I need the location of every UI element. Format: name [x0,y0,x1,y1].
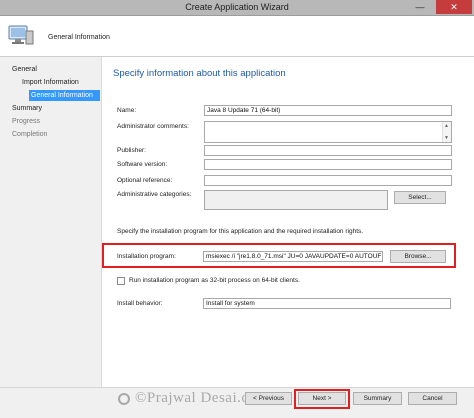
scroll-up-icon[interactable]: ▲ [444,123,449,129]
browse-button[interactable]: Browse... [390,250,446,263]
wizard-header: General Information [0,16,474,57]
installation-program-input[interactable]: msiexec /i "jre1.8.0_71.msi" JU=0 JAVAUP… [203,251,383,262]
wizard-nav: General Import Information General Infor… [0,57,102,387]
run-32bit-checkbox[interactable] [117,277,125,285]
admin-comments-input[interactable] [204,121,452,143]
admin-comments-scrollbar[interactable]: ▲ ▼ [442,122,451,142]
close-button[interactable]: ✕ [436,0,472,14]
admin-comments-label: Administrator comments: [117,123,189,130]
select-categories-button[interactable]: Select... [394,191,446,204]
installation-program-label: Installation program: [117,253,176,260]
nav-item-progress: Progress [12,118,41,125]
cancel-button[interactable]: Cancel [408,392,457,405]
install-behavior-label: Install behavior: [117,300,163,307]
publisher-label: Publisher: [117,147,146,154]
previous-button[interactable]: < Previous [245,392,292,405]
wizard-content: Specify information about this applicati… [102,57,474,387]
install-note: Specify the installation program for thi… [117,228,364,235]
admin-categories-label: Administrative categories: [117,191,192,198]
page-heading: Specify information about this applicati… [113,68,286,79]
name-label: Name: [117,107,137,114]
nav-item-completion: Completion [12,131,48,138]
nav-item-import-information[interactable]: Import Information [22,79,79,86]
name-input[interactable]: Java 8 Update 71 (64-bit) [204,105,452,116]
scroll-down-icon[interactable]: ▼ [444,135,449,141]
computer-icon [8,25,34,45]
title-bar: Create Application Wizard — ✕ [0,0,474,16]
nav-item-general-information[interactable]: General Information [29,90,100,101]
software-version-label: Software version: [117,161,168,168]
software-version-input[interactable] [204,159,452,170]
install-behavior-select[interactable]: Install for system [203,298,451,309]
summary-button[interactable]: Summary [353,392,402,405]
publisher-input[interactable] [204,145,452,156]
copyright-icon [118,393,130,405]
nav-item-summary[interactable]: Summary [12,105,42,112]
nav-item-general[interactable]: General [12,66,37,73]
window-title: Create Application Wizard [185,2,289,12]
optional-reference-input[interactable] [204,175,452,186]
header-title: General Information [48,34,110,41]
run-32bit-label: Run installation program as 32-bit proce… [129,277,300,284]
minimize-button[interactable]: — [410,0,430,14]
next-button[interactable]: Next > [298,392,346,405]
admin-categories-list[interactable] [204,190,388,210]
optional-reference-label: Optional reference: [117,177,173,184]
